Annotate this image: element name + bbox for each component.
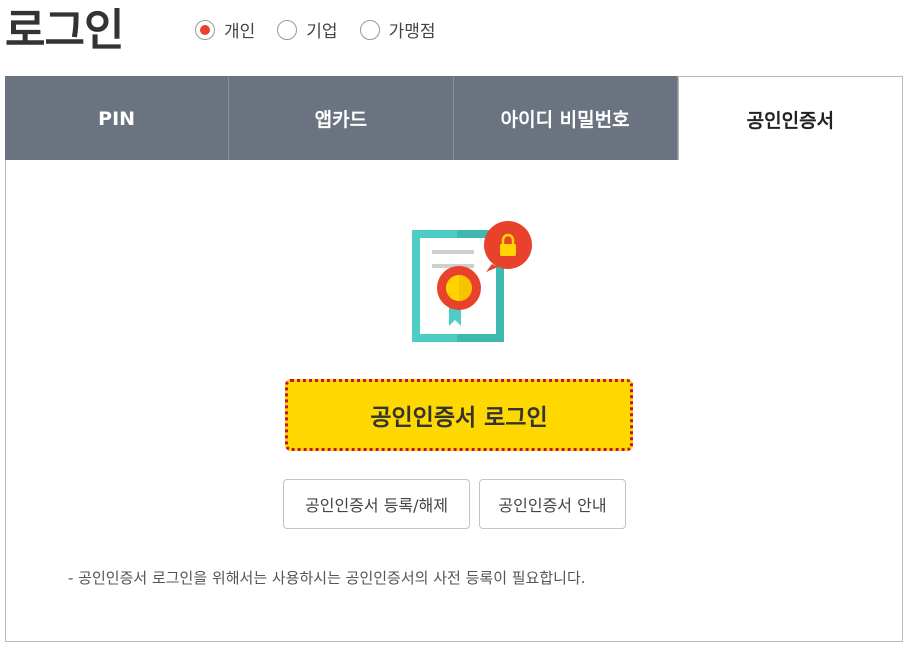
- radio-personal[interactable]: 개인: [195, 17, 255, 42]
- radio-corporate[interactable]: 기업: [277, 17, 338, 42]
- tab-pin[interactable]: PIN: [5, 76, 230, 161]
- tab-id-password[interactable]: 아이디 비밀번호: [453, 76, 678, 161]
- certificate-panel: 공인인증서 로그인 공인인증서 등록/해제 공인인증서 안내 - 공인인증서 로…: [5, 160, 903, 642]
- tab-app-card[interactable]: 앱카드: [229, 76, 454, 161]
- radio-label-personal: 개인: [224, 22, 256, 42]
- tab-certificate[interactable]: 공인인증서: [677, 76, 903, 161]
- radio-button[interactable]: [359, 19, 380, 40]
- certificate-lock-icon: [412, 221, 532, 342]
- login-method-tabs: PIN 앱카드 아이디 비밀번호 공인인증서: [5, 76, 903, 161]
- certificate-login-button[interactable]: 공인인증서 로그인: [285, 379, 633, 451]
- certificate-notice: - 공인인증서 로그인을 위해서는 사용하시는 공인인증서의 사전 등록이 필요…: [68, 569, 586, 587]
- radio-label-merchant: 가맹점: [388, 22, 436, 42]
- certificate-register-button[interactable]: 공인인증서 등록/해제: [283, 479, 470, 529]
- certificate-guide-button[interactable]: 공인인증서 안내: [479, 479, 626, 529]
- radio-selected-dot: [200, 24, 210, 35]
- page-title: 로그인: [5, 5, 124, 56]
- radio-label-corporate: 기업: [306, 22, 338, 42]
- radio-button-checked[interactable]: [195, 19, 215, 40]
- radio-button[interactable]: [277, 19, 298, 40]
- radio-merchant[interactable]: 가맹점: [359, 17, 436, 42]
- user-type-radio-group: 개인 기업 가맹점: [195, 17, 457, 42]
